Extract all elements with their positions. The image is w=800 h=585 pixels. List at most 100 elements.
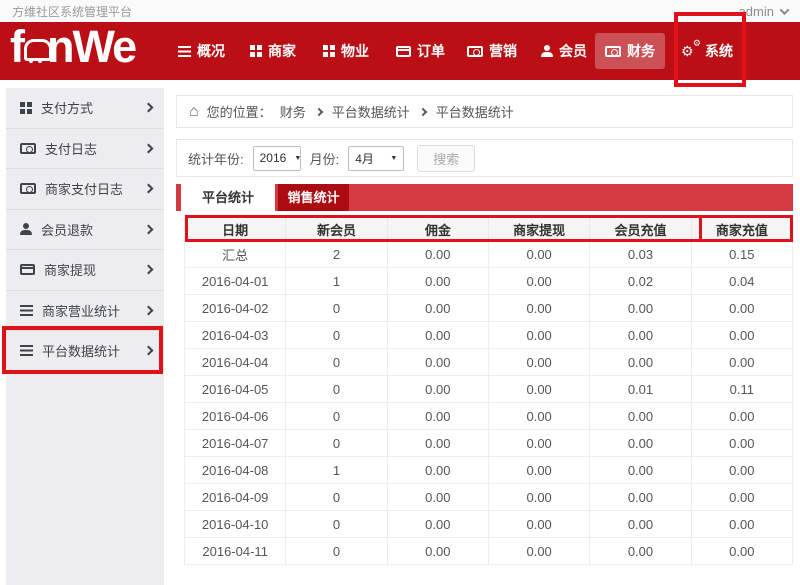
sidebar-item-5[interactable]: 商家营业统计 bbox=[6, 291, 164, 332]
grid-icon bbox=[20, 102, 32, 114]
tab-sales-stats[interactable]: 销售统计 bbox=[278, 184, 349, 211]
table-cell: 0.00 bbox=[691, 430, 792, 457]
table-cell: 0.00 bbox=[387, 511, 488, 538]
breadcrumb-item-current: 平台数据统计 bbox=[436, 102, 514, 121]
select-arrow-icon: ▼ bbox=[294, 155, 301, 162]
column-header: 日期 bbox=[185, 218, 286, 241]
table-cell: 0 bbox=[286, 349, 387, 376]
table-cell: 0.00 bbox=[488, 457, 589, 484]
column-header: 新会员 bbox=[286, 218, 387, 241]
table-cell: 0.00 bbox=[387, 538, 488, 565]
nav-item-3[interactable]: 订单 bbox=[396, 22, 445, 80]
sidebar-item-label: 支付方式 bbox=[41, 98, 93, 117]
table-cell: 0.00 bbox=[387, 295, 488, 322]
nav-item-2[interactable]: 物业 bbox=[323, 22, 369, 80]
table-cell: 0.00 bbox=[488, 538, 589, 565]
gears-icon bbox=[681, 43, 699, 59]
table-header: 日期新会员佣金商家提现会员充值商家充值 bbox=[185, 218, 793, 241]
nav-item-4[interactable]: 营销 bbox=[467, 22, 517, 80]
card-icon bbox=[20, 264, 35, 275]
sidebar: 支付方式支付日志商家支付日志会员退款商家提现商家营业统计平台数据统计 bbox=[6, 88, 164, 585]
filter-bar: 统计年份: 2016 ▼ 月份: 4月 ▼ 搜索 bbox=[176, 139, 793, 177]
year-select[interactable]: 2016 ▼ bbox=[253, 146, 301, 171]
sidebar-item-label: 支付日志 bbox=[45, 139, 97, 158]
nav-item-label: 商家 bbox=[268, 41, 296, 61]
table-cell: 0.02 bbox=[590, 268, 691, 295]
chevron-right-icon bbox=[144, 224, 154, 234]
sidebar-item-6[interactable]: 平台数据统计 bbox=[6, 331, 164, 372]
sidebar-item-label: 会员退款 bbox=[41, 220, 93, 239]
nav-item-1[interactable]: 商家 bbox=[250, 22, 296, 80]
table-cell: 2016-04-07 bbox=[185, 430, 286, 457]
person-icon bbox=[541, 45, 553, 57]
column-header: 会员充值 bbox=[590, 218, 691, 241]
table-cell: 0 bbox=[286, 511, 387, 538]
table-cell: 2016-04-08 bbox=[185, 457, 286, 484]
table-cell: 0 bbox=[286, 295, 387, 322]
chevron-right-icon bbox=[144, 103, 154, 113]
tab-platform-stats[interactable]: 平台统计 bbox=[181, 184, 275, 211]
person-icon bbox=[20, 223, 32, 235]
sidebar-item-4[interactable]: 商家提现 bbox=[6, 250, 164, 291]
grid-icon bbox=[250, 45, 262, 57]
nav-item-7[interactable]: 系统 bbox=[681, 22, 733, 80]
nav-item-label: 会员 bbox=[559, 41, 587, 61]
table-cell: 0.00 bbox=[590, 349, 691, 376]
nav-item-label: 营销 bbox=[489, 41, 517, 61]
table-row: 2016-04-1100.000.000.000.00 bbox=[185, 538, 793, 565]
chevron-right-icon bbox=[144, 346, 154, 356]
cart-icon bbox=[24, 39, 48, 65]
search-button[interactable]: 搜索 bbox=[417, 145, 475, 172]
platform-title: 方维社区系统管理平台 bbox=[12, 3, 132, 20]
sidebar-item-2[interactable]: 商家支付日志 bbox=[6, 169, 164, 210]
nav-item-6[interactable]: 财务 bbox=[595, 33, 665, 69]
table-cell: 0.00 bbox=[488, 430, 589, 457]
table-cell: 2016-04-06 bbox=[185, 403, 286, 430]
table-cell: 0.00 bbox=[488, 295, 589, 322]
month-label: 月份: bbox=[310, 149, 340, 168]
month-select[interactable]: 4月 ▼ bbox=[348, 146, 404, 171]
table-cell: 0 bbox=[286, 322, 387, 349]
user-menu[interactable]: admin bbox=[739, 4, 788, 19]
sidebar-item-label: 商家提现 bbox=[44, 260, 96, 279]
chevron-right-icon bbox=[144, 143, 154, 153]
table-row: 汇总20.000.000.030.15 bbox=[185, 241, 793, 268]
chevron-right-icon bbox=[314, 107, 322, 115]
table-cell: 0.11 bbox=[691, 376, 792, 403]
nav-item-label: 财务 bbox=[627, 41, 655, 61]
table-cell: 0.00 bbox=[691, 511, 792, 538]
navbar: f nWe 概况商家物业订单营销会员财务系统 bbox=[0, 22, 800, 80]
table-cell: 0.00 bbox=[590, 430, 691, 457]
nav-item-0[interactable]: 概况 bbox=[178, 22, 225, 80]
table-row: 2016-04-0600.000.000.000.00 bbox=[185, 403, 793, 430]
nav-item-5[interactable]: 会员 bbox=[541, 22, 587, 80]
table-cell: 0 bbox=[286, 403, 387, 430]
table-cell: 0.00 bbox=[488, 349, 589, 376]
sidebar-item-3[interactable]: 会员退款 bbox=[6, 210, 164, 251]
table-row: 2016-04-0900.000.000.000.00 bbox=[185, 484, 793, 511]
breadcrumb-item-finance[interactable]: 财务 bbox=[280, 102, 306, 121]
table-cell: 1 bbox=[286, 268, 387, 295]
table-cell: 0.00 bbox=[387, 403, 488, 430]
sidebar-item-0[interactable]: 支付方式 bbox=[6, 88, 164, 129]
table-cell: 0.01 bbox=[590, 376, 691, 403]
table-cell: 0.00 bbox=[387, 376, 488, 403]
chevron-right-icon bbox=[144, 305, 154, 315]
table-cell: 0.04 bbox=[691, 268, 792, 295]
sidebar-item-1[interactable]: 支付日志 bbox=[6, 129, 164, 170]
table-row: 2016-04-0300.000.000.000.00 bbox=[185, 322, 793, 349]
home-icon[interactable] bbox=[189, 104, 199, 120]
table-cell: 2 bbox=[286, 241, 387, 268]
breadcrumb-item-platform-stats[interactable]: 平台数据统计 bbox=[332, 102, 410, 121]
table-cell: 0.00 bbox=[488, 403, 589, 430]
brand-logo[interactable]: f nWe bbox=[10, 18, 135, 76]
brand-text-right: nWe bbox=[47, 21, 135, 73]
list-icon bbox=[20, 305, 33, 316]
table-cell: 0.00 bbox=[387, 322, 488, 349]
table-cell: 汇总 bbox=[185, 241, 286, 268]
chevron-right-icon bbox=[418, 107, 426, 115]
table-cell: 0 bbox=[286, 430, 387, 457]
table-cell: 0.00 bbox=[387, 484, 488, 511]
chevron-down-icon bbox=[780, 5, 790, 15]
nav-item-label: 系统 bbox=[705, 41, 733, 61]
